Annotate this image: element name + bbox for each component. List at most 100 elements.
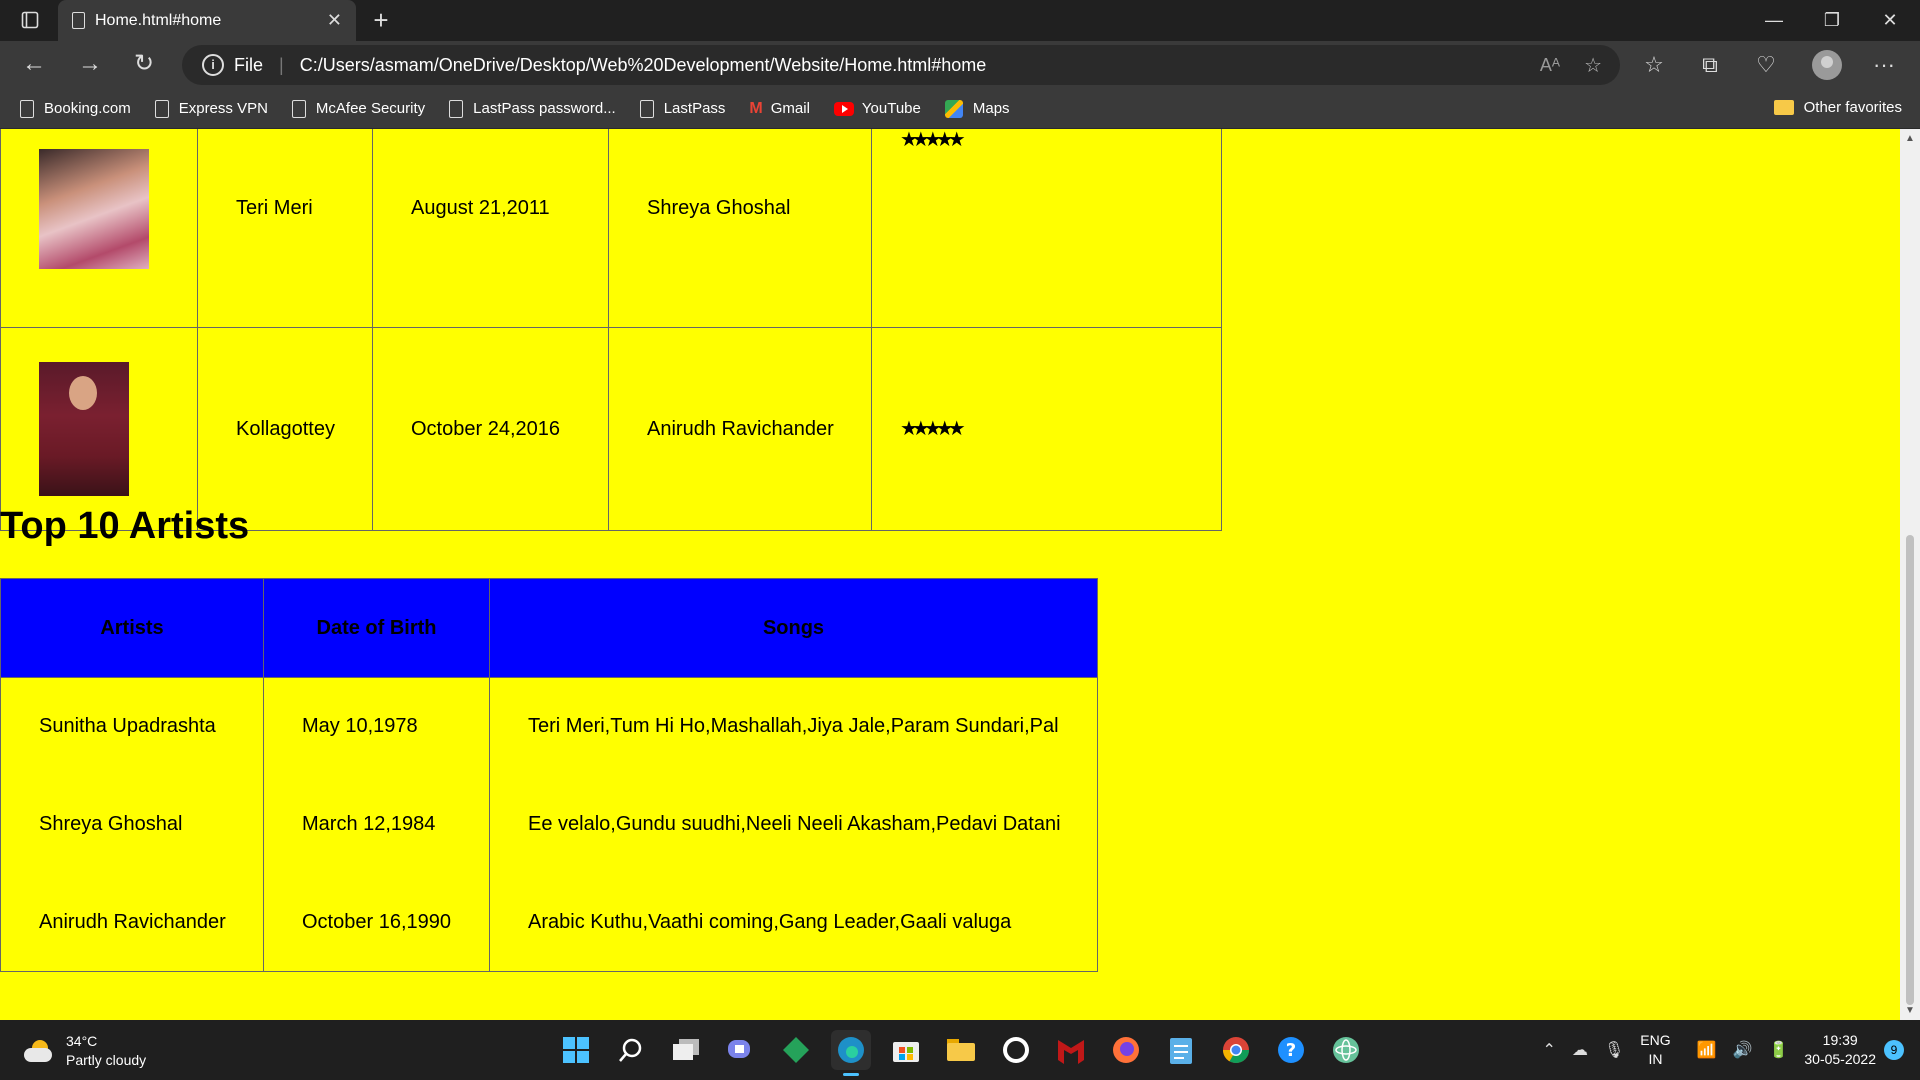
volume-icon[interactable]: 🔊 <box>1733 1040 1753 1060</box>
forward-icon[interactable]: → <box>72 49 108 81</box>
other-favorites[interactable]: Other favorites <box>1773 99 1902 116</box>
tab-strip: Home.html#home ✕ + — ❐ ✕ <box>0 0 1920 41</box>
bookmark-label: YouTube <box>861 100 921 117</box>
url-separator: | <box>279 54 284 75</box>
scrollbar-thumb[interactable] <box>1906 535 1914 1005</box>
browser-essentials-icon[interactable]: ♡ <box>1750 51 1782 79</box>
bookmark-booking[interactable]: Booking.com <box>20 99 131 118</box>
settings-more-icon[interactable]: ··· <box>1868 51 1900 79</box>
clock[interactable]: 19:39 30-05-2022 <box>1804 1031 1876 1069</box>
github-icon[interactable] <box>996 1030 1036 1070</box>
add-favorite-icon[interactable]: ☆ <box>1584 53 1602 78</box>
table-row: Anirudh Ravichander October 16,1990 Arab… <box>0 873 1098 972</box>
bookmark-youtube[interactable]: YouTube <box>833 100 921 117</box>
refresh-icon[interactable]: ↻ <box>126 49 162 81</box>
date: 30-05-2022 <box>1804 1051 1876 1067</box>
url-scheme: File <box>234 54 264 75</box>
youtube-icon <box>833 101 854 116</box>
restore-icon[interactable]: ❐ <box>1804 0 1860 41</box>
song-photo-cell <box>0 327 198 531</box>
scroll-down-icon[interactable]: ▼ <box>1905 1005 1915 1016</box>
section-title: Top 10 Artists <box>0 505 250 547</box>
help-icon[interactable]: ? <box>1271 1030 1311 1070</box>
close-window-icon[interactable]: ✕ <box>1862 0 1918 41</box>
chevron-up-icon[interactable]: ⌃ <box>1543 1040 1556 1060</box>
favorites-icon[interactable]: ☆ <box>1638 51 1670 79</box>
svg-text:?: ? <box>1286 1040 1296 1061</box>
search-icon[interactable] <box>611 1030 651 1070</box>
collections-icon[interactable]: ⧉ <box>1694 51 1726 79</box>
task-view-icon[interactable] <box>666 1030 706 1070</box>
taskbar-apps: ? <box>556 1030 1381 1076</box>
page-icon <box>639 99 654 118</box>
page-icon <box>20 99 34 118</box>
address-bar[interactable]: i File | C:/Users/asmam/OneDrive/Desktop… <box>182 45 1620 85</box>
time: 19:39 <box>1822 1032 1858 1048</box>
language-indicator[interactable]: ENG IN <box>1640 1031 1670 1069</box>
artist-name: Anirudh Ravichander <box>0 873 264 972</box>
artist-songs: Teri Meri,Tum Hi Ho,Mashallah,Jiya Jale,… <box>489 677 1098 776</box>
header-dob: Date of Birth <box>263 578 490 678</box>
file-explorer-icon[interactable] <box>941 1030 981 1070</box>
store-icon[interactable] <box>886 1030 926 1070</box>
chrome-icon[interactable] <box>1216 1030 1256 1070</box>
bookmark-express-vpn[interactable]: Express VPN <box>154 99 268 118</box>
back-icon[interactable]: ← <box>16 49 52 81</box>
artist-name: Anirudh Ravichander <box>608 327 872 531</box>
artist-dob: March 12,1984 <box>263 775 490 874</box>
read-aloud-icon[interactable]: Aᴬ <box>1540 55 1560 76</box>
songs-table: Teri Meri August 21,2011 Shreya Ghoshal … <box>0 129 1222 531</box>
table-row: Teri Meri August 21,2011 Shreya Ghoshal … <box>0 129 1222 328</box>
tab-actions-icon[interactable] <box>14 8 46 32</box>
page-icon <box>154 99 169 118</box>
gmail-icon: M <box>749 99 763 117</box>
weather-widget[interactable]: 34°C Partly cloudy <box>24 1032 146 1070</box>
freshdesk-icon[interactable] <box>776 1030 816 1070</box>
url-text[interactable]: C:/Users/asmam/OneDrive/Desktop/Web%20De… <box>300 55 987 76</box>
notepad-icon[interactable] <box>1161 1030 1201 1070</box>
header-artists: Artists <box>0 578 264 678</box>
partly-cloudy-icon <box>24 1040 54 1062</box>
artist-photo <box>39 362 129 496</box>
vertical-scrollbar[interactable]: ▲ ▼ <box>1900 129 1920 1020</box>
weather-condition: Partly cloudy <box>66 1052 147 1068</box>
windows-start-icon[interactable] <box>556 1030 596 1070</box>
notification-badge[interactable]: 9 <box>1884 1040 1904 1060</box>
microphone-icon[interactable]: 🎙 <box>1604 1040 1624 1060</box>
new-tab-button[interactable]: + <box>366 6 396 36</box>
browser-window: Home.html#home ✕ + — ❐ ✕ ← → ↻ i File | … <box>0 0 1920 1080</box>
page-viewport: Teri Meri August 21,2011 Shreya Ghoshal … <box>0 129 1900 1020</box>
artist-name: Shreya Ghoshal <box>608 129 872 328</box>
header-songs: Songs <box>489 578 1098 678</box>
scroll-up-icon[interactable]: ▲ <box>1905 133 1915 144</box>
teams-chat-icon[interactable] <box>721 1030 761 1070</box>
battery-icon[interactable]: 🔋 <box>1768 1040 1788 1060</box>
temperature: 34°C <box>66 1033 98 1049</box>
bookmark-lastpass-password[interactable]: LastPass password... <box>449 99 616 118</box>
artist-songs: Ee velalo,Gundu suudhi,Neeli Neeli Akash… <box>489 775 1098 874</box>
info-icon[interactable]: i <box>202 54 224 76</box>
bookmark-gmail[interactable]: M Gmail <box>749 100 810 118</box>
tab-close-icon[interactable]: ✕ <box>327 10 342 31</box>
wifi-icon[interactable]: 📶 <box>1697 1040 1717 1060</box>
bookmark-mcafee[interactable]: McAfee Security <box>291 99 425 118</box>
artist-songs: Arabic Kuthu,Vaathi coming,Gang Leader,G… <box>489 873 1098 972</box>
minimize-icon[interactable]: — <box>1746 0 1802 41</box>
edge-icon[interactable] <box>831 1030 871 1076</box>
profile-avatar[interactable] <box>1812 50 1842 80</box>
bookmark-lastpass[interactable]: LastPass <box>639 99 725 118</box>
mcafee-icon[interactable] <box>1051 1030 1091 1070</box>
bookmark-maps[interactable]: Maps <box>944 99 1010 118</box>
tab-home[interactable]: Home.html#home ✕ <box>58 0 356 41</box>
atom-icon[interactable] <box>1326 1030 1366 1070</box>
song-photo-cell <box>0 129 198 328</box>
artist-name: Shreya Ghoshal <box>0 775 264 874</box>
artist-dob: May 10,1978 <box>263 677 490 776</box>
firefox-icon[interactable] <box>1106 1030 1146 1070</box>
table-header-row: Artists Date of Birth Songs <box>0 578 1098 678</box>
onedrive-cloud-icon[interactable]: ☁ <box>1572 1040 1588 1060</box>
song-name: Teri Meri <box>197 129 373 328</box>
table-row: Kollagottey October 24,2016 Anirudh Ravi… <box>0 327 1222 531</box>
bookmark-label: Gmail <box>770 100 810 117</box>
page-icon <box>291 99 306 118</box>
